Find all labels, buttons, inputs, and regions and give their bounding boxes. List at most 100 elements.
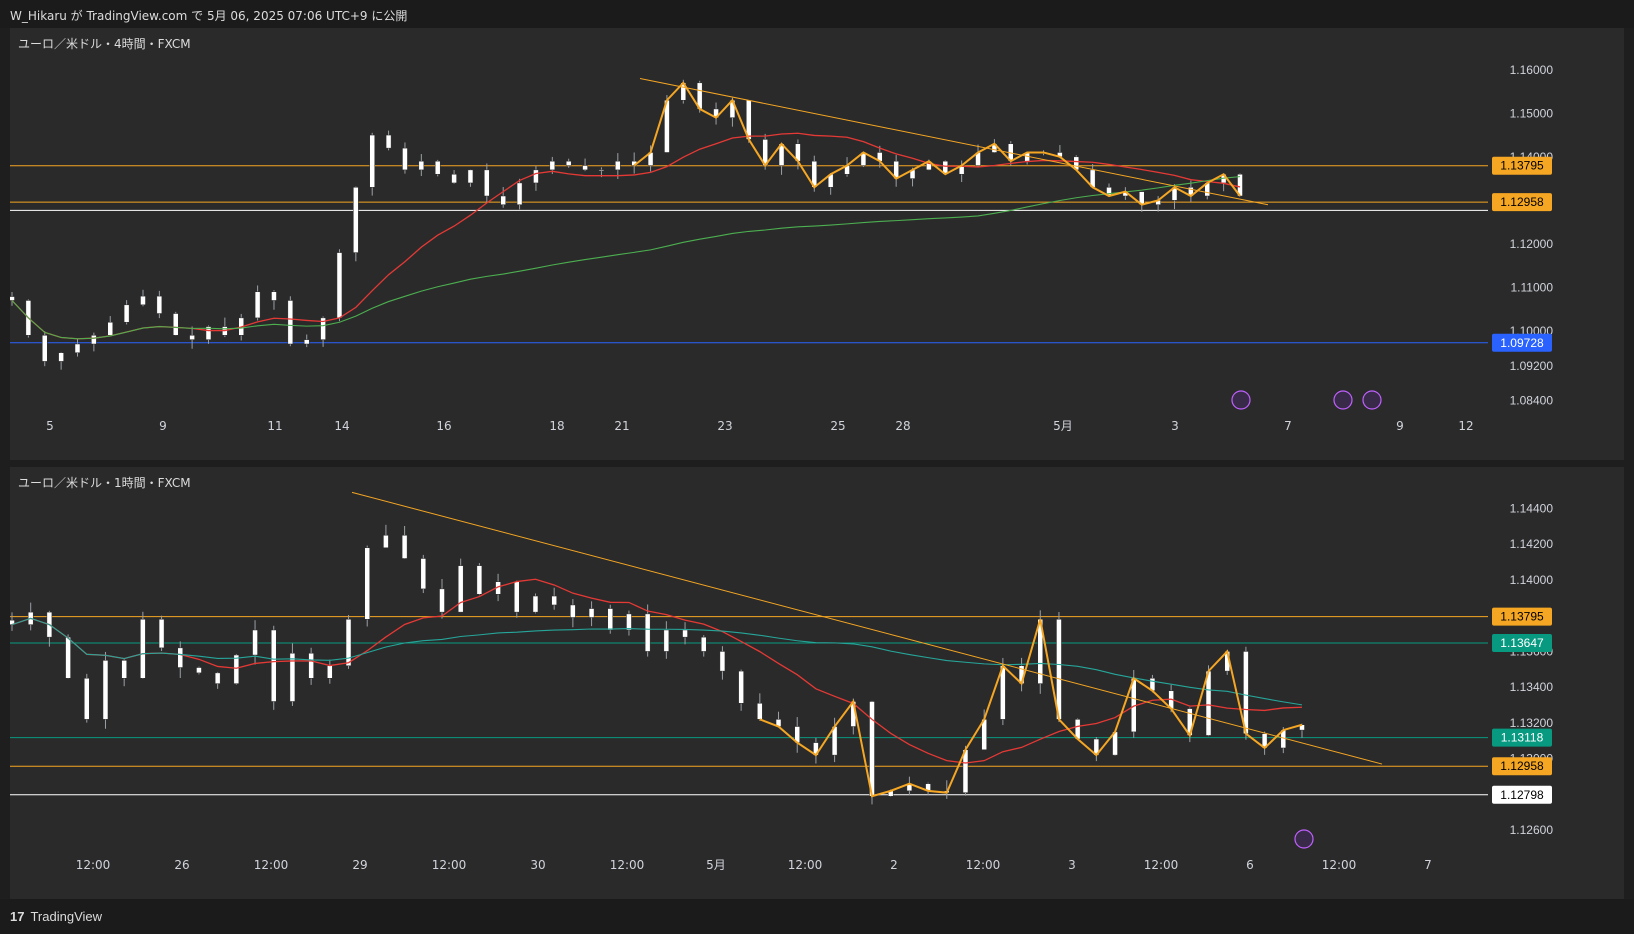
candle-body <box>401 535 408 559</box>
time-tick-label: 11 <box>267 419 282 433</box>
price-tick-label: 1.14400 <box>1510 501 1554 515</box>
candle-body <box>1243 651 1249 734</box>
candle-body <box>551 595 557 606</box>
candle-body <box>533 169 539 184</box>
candle-body <box>156 295 163 314</box>
candle-body <box>682 629 688 638</box>
candle-body <box>41 335 48 362</box>
time-tick-label: 9 <box>159 419 167 433</box>
time-tick-label: 2 <box>890 858 898 872</box>
candle-body <box>1056 619 1062 720</box>
candle-body <box>570 604 576 618</box>
time-tick-label: 16 <box>436 419 451 433</box>
tradingview-logo-icon: 17 <box>10 909 25 924</box>
candle-body <box>65 636 71 679</box>
price-tick-label: 1.15000 <box>1510 106 1554 120</box>
candle-body <box>757 703 763 720</box>
candle-body <box>270 629 277 702</box>
time-tick-label: 12:00 <box>1322 858 1357 872</box>
candle-body <box>439 588 445 613</box>
candle-body <box>700 636 707 652</box>
top-bar: W_Hikaru が TradingView.com で 5月 06, 2025… <box>0 0 1634 28</box>
time-tick-label: 5月 <box>1053 419 1073 433</box>
price-tick-label: 1.13400 <box>1510 680 1554 694</box>
price-level-label: 1.13647 <box>1500 636 1544 650</box>
candle-body <box>626 613 632 631</box>
price-level-label: 1.12958 <box>1500 195 1544 209</box>
time-tick-label: 12:00 <box>610 858 645 872</box>
price-level-label: 1.12798 <box>1500 788 1544 802</box>
candle-body <box>1205 670 1212 736</box>
candle-body <box>588 608 595 618</box>
candle-body <box>383 535 389 549</box>
time-tick-label: 5 <box>46 419 54 433</box>
candle-body <box>420 558 427 590</box>
candle-body <box>252 629 258 656</box>
candle-body <box>140 619 146 679</box>
price-tick-label: 1.11000 <box>1511 280 1554 294</box>
candle-body <box>308 652 314 679</box>
price-tick-label: 1.09200 <box>1510 359 1554 373</box>
chart-pane-1h[interactable]: ユーロ／米ドル・1時間・FXCM 1.14400 1.14200 1.14000 1.… <box>10 467 1624 899</box>
candle-body <box>254 291 261 319</box>
lightning-icon <box>1231 390 1251 410</box>
candle-body <box>385 134 392 149</box>
bottom-bar <box>0 899 1634 934</box>
candle-body <box>336 252 343 319</box>
time-tick-label: 12:00 <box>254 858 289 872</box>
time-tick-label: 12 <box>1458 419 1473 433</box>
candle-body <box>644 613 651 652</box>
eu-flag-icon <box>1362 390 1382 410</box>
candle-body <box>158 619 165 649</box>
candle-body <box>287 300 294 345</box>
zigzag-line <box>633 81 1241 206</box>
candle-body <box>91 335 97 345</box>
price-tick-label: 1.14000 <box>1510 573 1554 587</box>
candle-body <box>615 160 621 171</box>
time-tick-label: 14 <box>334 419 349 433</box>
trend-line <box>351 491 1383 765</box>
candlestick-chart-1h[interactable]: 1.144001.142001.140001.136001.134001.132… <box>10 467 1624 899</box>
price-level-label: 1.09728 <box>1500 336 1544 350</box>
time-tick-label: 12:00 <box>76 858 111 872</box>
candle-body <box>598 169 605 172</box>
candle-body <box>514 581 520 613</box>
tradingview-logo[interactable]: 17 TradingView <box>10 909 102 924</box>
time-tick-label: 18 <box>549 419 564 433</box>
time-tick-label: 28 <box>895 419 910 433</box>
time-tick-label: 7 <box>1284 419 1292 433</box>
candle-body <box>565 160 572 166</box>
candle-body <box>607 608 614 631</box>
pane-divider[interactable] <box>0 460 1634 467</box>
candlestick-chart-4h[interactable]: 1.160001.150001.140001.120001.110001.100… <box>10 28 1624 460</box>
time-tick-label: 3 <box>1068 858 1076 872</box>
candle-body <box>123 304 130 323</box>
candle-body <box>233 654 240 684</box>
us-flag-icon <box>1333 390 1353 410</box>
candle-body <box>467 169 474 184</box>
candle-body <box>434 160 441 175</box>
chart-pane-4h[interactable]: ユーロ／米ドル・4時間・FXCM 1.160001.150001.140001.… <box>10 28 1624 460</box>
time-tick-label: 29 <box>352 858 367 872</box>
price-level-label: 1.12958 <box>1500 759 1544 773</box>
price-tick-label: 1.08400 <box>1510 394 1554 408</box>
trend-line <box>639 77 1269 206</box>
candle-body <box>10 296 15 301</box>
time-tick-label: 25 <box>830 419 845 433</box>
candle-body <box>532 595 539 613</box>
candle-body <box>196 667 202 674</box>
candle-body <box>102 660 109 720</box>
candle-body <box>402 147 408 171</box>
time-tick-label: 9 <box>1396 419 1404 433</box>
candle-body <box>369 134 375 188</box>
candle-body <box>327 665 333 679</box>
time-tick-label: 26 <box>174 858 189 872</box>
candle-body <box>451 173 457 184</box>
price-level-label: 1.13795 <box>1500 159 1544 173</box>
candle-body <box>107 321 113 336</box>
publish-title: W_Hikaru が TradingView.com で 5月 06, 2025… <box>10 9 408 23</box>
price-tick-label: 1.14200 <box>1510 537 1554 551</box>
time-tick-label: 3 <box>1171 419 1179 433</box>
time-tick-label: 5月 <box>706 858 726 872</box>
candle-body <box>516 182 523 205</box>
